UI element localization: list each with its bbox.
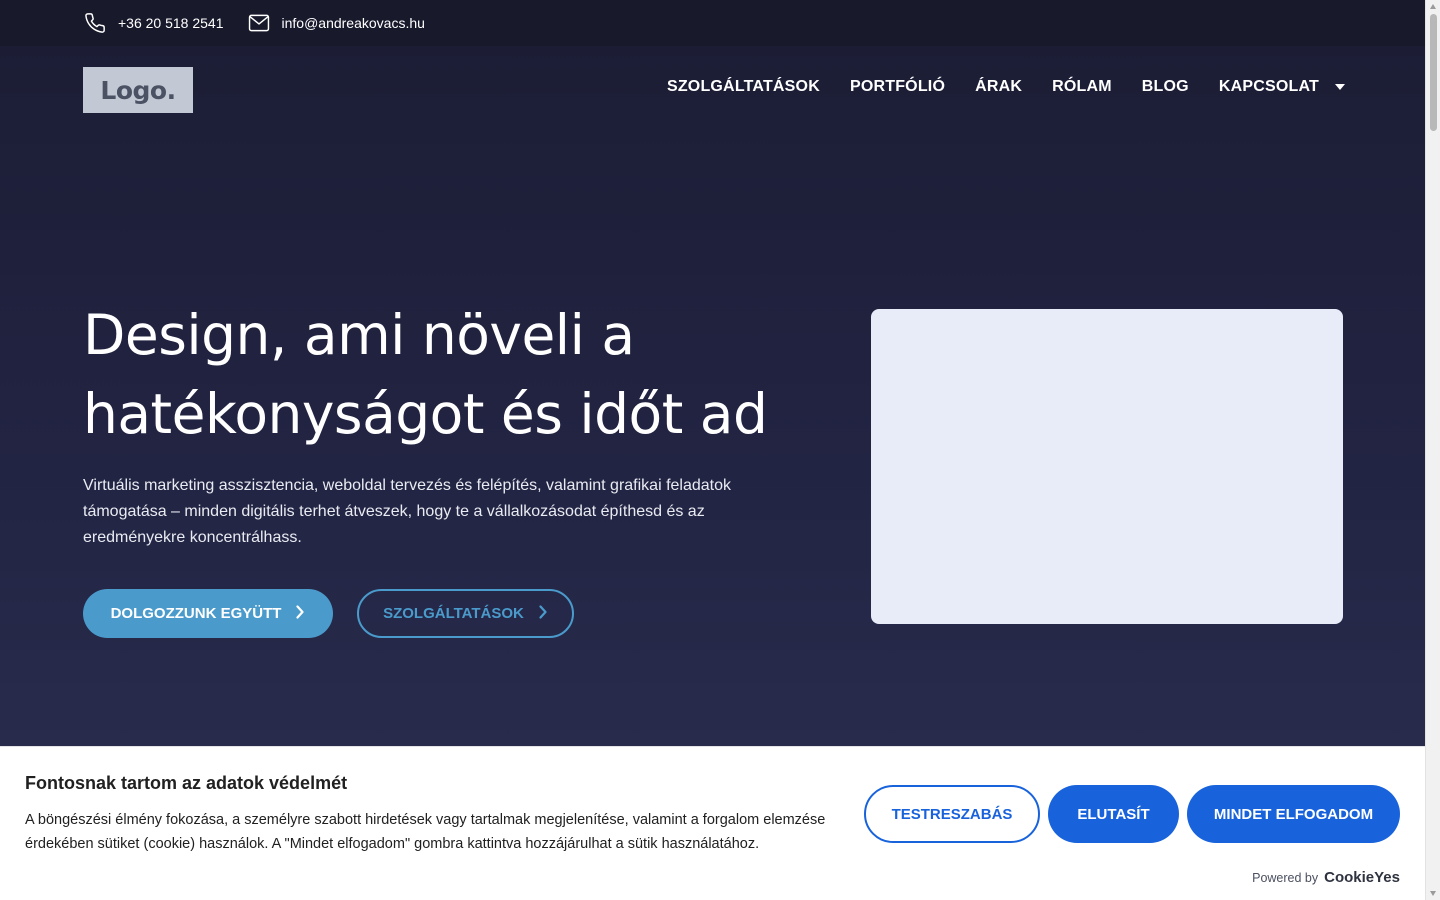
chevron-right-icon <box>295 604 305 623</box>
services-button-label: SZOLGÁLTATÁSOK <box>383 605 524 622</box>
hero-headline-line2: hatékonyságot és időt ad <box>83 382 768 446</box>
services-button[interactable]: SZOLGÁLTATÁSOK <box>357 589 574 638</box>
logo[interactable]: Logo. <box>83 67 193 113</box>
reject-button[interactable]: ELUTASÍT <box>1048 785 1179 843</box>
main-nav: SZOLGÁLTATÁSOK PORTFÓLIÓ ÁRAK RÓLAM BLOG… <box>667 78 1345 96</box>
chevron-right-icon <box>538 604 548 623</box>
envelope-icon <box>248 14 270 32</box>
nav-item-kapcsolat[interactable]: KAPCSOLAT <box>1219 78 1345 96</box>
hero-headline-line1: Design, ami növeli a <box>83 303 635 367</box>
customize-button[interactable]: TESTRESZABÁS <box>864 785 1040 843</box>
cookieyes-logo: CookieYes <box>1324 869 1400 886</box>
phone-icon <box>84 12 106 34</box>
nav-item-kapcsolat-label: KAPCSOLAT <box>1218 78 1319 95</box>
topbar: +36 20 518 2541 info@andreakovacs.hu <box>0 0 1425 46</box>
nav-item-portfolio[interactable]: PORTFÓLIÓ <box>850 78 945 96</box>
hero-subtitle: Virtuális marketing asszisztencia, webol… <box>83 477 732 546</box>
nav-item-arak[interactable]: ÁRAK <box>975 78 1022 96</box>
scrollbar-thumb[interactable] <box>1430 14 1437 131</box>
powered-by[interactable]: Powered by CookieYes <box>1252 869 1400 886</box>
topbar-phone-text: +36 20 518 2541 <box>118 15 224 31</box>
cookie-banner: Fontosnak tartom az adatok védelmét A bö… <box>0 746 1425 900</box>
scroll-up-arrow-icon[interactable] <box>1430 4 1436 9</box>
nav-item-rolam[interactable]: RÓLAM <box>1052 78 1112 96</box>
nav-item-szolgaltatasok[interactable]: SZOLGÁLTATÁSOK <box>667 78 820 96</box>
hero-image-placeholder <box>871 309 1343 624</box>
nav-item-blog[interactable]: BLOG <box>1142 78 1189 96</box>
hero-headline: Design, ami növeli a hatékonyságot és id… <box>83 296 843 454</box>
topbar-phone[interactable]: +36 20 518 2541 <box>84 12 224 34</box>
topbar-email[interactable]: info@andreakovacs.hu <box>248 14 425 32</box>
caret-down-icon[interactable] <box>1335 84 1345 90</box>
cookie-banner-text: A böngészési élmény fokozása, a személyr… <box>25 812 826 852</box>
scroll-down-arrow-icon[interactable] <box>1430 891 1436 896</box>
scrollbar[interactable] <box>1425 0 1440 900</box>
accept-all-button[interactable]: MINDET ELFOGADOM <box>1187 785 1400 843</box>
topbar-email-text: info@andreakovacs.hu <box>281 15 425 31</box>
powered-by-label: Powered by <box>1252 871 1319 885</box>
work-together-button-label: DOLGOZZUNK EGYÜTT <box>110 605 282 622</box>
work-together-button[interactable]: DOLGOZZUNK EGYÜTT <box>83 589 333 638</box>
cookie-banner-title: Fontosnak tartom az adatok védelmét <box>25 773 348 793</box>
